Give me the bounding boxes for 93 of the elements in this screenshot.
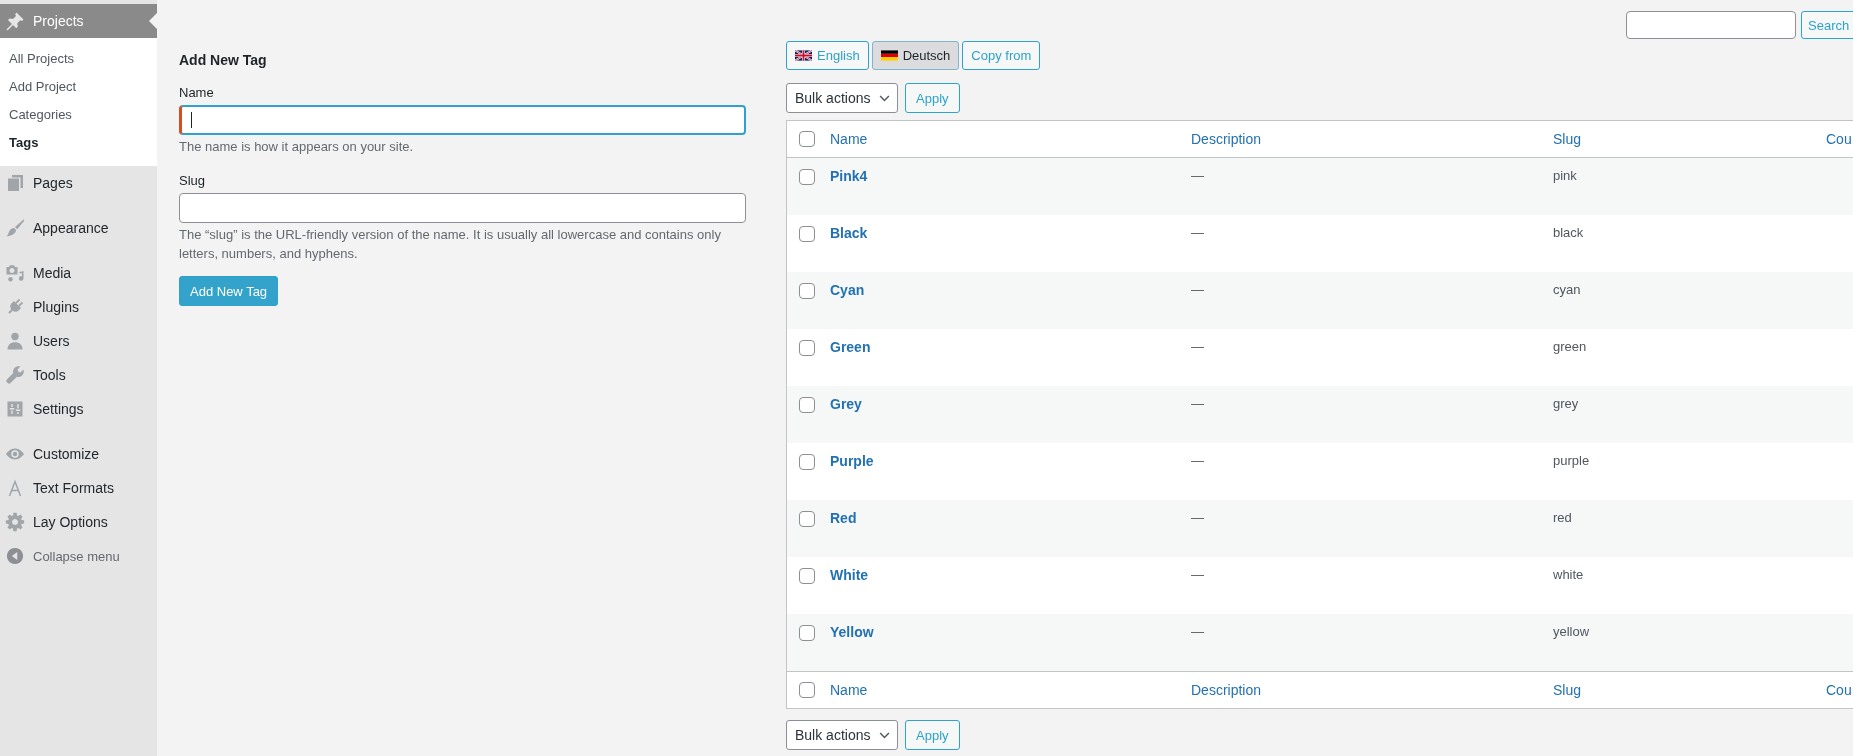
column-header-link[interactable]: Cou bbox=[1826, 131, 1852, 147]
description-text: — bbox=[1191, 339, 1204, 354]
slug-text: cyan bbox=[1553, 282, 1581, 297]
paintbrush-icon bbox=[5, 218, 25, 238]
sidebar-menu-item[interactable]: Appearance bbox=[0, 211, 157, 245]
field-label: Slug bbox=[179, 172, 207, 190]
text-input-field[interactable] bbox=[179, 193, 746, 223]
slug-text: red bbox=[1553, 510, 1572, 525]
field-label: Name bbox=[179, 84, 215, 102]
sidebar-menu-item[interactable]: Pages bbox=[0, 166, 157, 200]
submenu-item[interactable]: Categories bbox=[0, 101, 157, 129]
column-header-link[interactable]: Slug bbox=[1553, 131, 1582, 147]
column-header-link[interactable]: Description bbox=[1191, 131, 1262, 147]
sidebar-menu-item[interactable]: Projects bbox=[0, 4, 157, 38]
person-icon bbox=[5, 331, 25, 351]
description-text: — bbox=[1191, 624, 1204, 639]
german-flag-icon bbox=[880, 50, 898, 61]
field-hint: The name is how it appears on your site. bbox=[179, 138, 415, 156]
checkbox[interactable] bbox=[799, 454, 815, 470]
sidebar-menu-item[interactable]: Media bbox=[0, 256, 157, 290]
chevron-down-icon bbox=[879, 94, 890, 102]
camera-note-icon bbox=[5, 263, 25, 283]
tag-name-link[interactable]: Black bbox=[830, 225, 868, 241]
pages-icon bbox=[5, 173, 25, 193]
bulk-actions-dropdown[interactable]: Bulk actions bbox=[786, 83, 898, 113]
tag-name-link[interactable]: Cyan bbox=[830, 282, 865, 298]
language-tab[interactable]: English bbox=[786, 41, 869, 70]
submenu-item[interactable]: All Projects bbox=[0, 45, 157, 73]
checkbox[interactable] bbox=[799, 169, 815, 185]
checkbox[interactable] bbox=[799, 397, 815, 413]
collapse-menu-button[interactable]: Collapse menu bbox=[0, 539, 157, 573]
column-header-link[interactable]: Description bbox=[1191, 682, 1262, 698]
column-header-link[interactable]: Cou bbox=[1826, 682, 1852, 698]
submenu-item[interactable]: Add Project bbox=[0, 73, 157, 101]
apply-button[interactable]: Apply bbox=[905, 83, 960, 113]
field-hint: The “slug” is the URL-friendly version of the name. It is usually all lowercase and contains only letters, numbers, and hyphens. bbox=[179, 226, 722, 263]
tag-name-link[interactable]: Red bbox=[830, 510, 857, 526]
checkbox[interactable] bbox=[799, 283, 815, 299]
submenu-item[interactable]: Tags bbox=[0, 129, 157, 157]
description-text: — bbox=[1191, 225, 1204, 240]
slug-text: black bbox=[1553, 225, 1584, 240]
column-header-link[interactable]: Name bbox=[830, 131, 868, 147]
text-input-field[interactable] bbox=[179, 105, 746, 135]
language-tab[interactable]: Deutsch bbox=[871, 41, 960, 70]
slug-text: yellow bbox=[1553, 624, 1590, 639]
pin-icon bbox=[5, 11, 25, 31]
checkbox[interactable] bbox=[799, 568, 815, 584]
tag-name-link[interactable]: Yellow bbox=[830, 624, 874, 640]
copy-from-button[interactable]: Copy from bbox=[962, 41, 1041, 70]
description-text: — bbox=[1191, 453, 1204, 468]
tag-name-link[interactable]: Pink4 bbox=[830, 168, 868, 184]
add-new-tag-button[interactable]: Add New Tag bbox=[179, 276, 279, 306]
checkbox[interactable] bbox=[799, 625, 815, 641]
checkbox[interactable] bbox=[799, 340, 815, 356]
tag-name-link[interactable]: Grey bbox=[830, 396, 862, 412]
slug-text: green bbox=[1553, 339, 1587, 354]
slug-text: grey bbox=[1553, 396, 1579, 411]
gear-icon bbox=[5, 512, 25, 532]
tag-name-link[interactable]: Purple bbox=[830, 453, 874, 469]
checkbox[interactable] bbox=[799, 131, 815, 147]
sidebar-menu-item[interactable]: Text Formats bbox=[0, 471, 157, 505]
wrench-icon bbox=[5, 365, 25, 385]
plug-icon bbox=[5, 297, 25, 317]
description-text: — bbox=[1191, 396, 1204, 411]
tag-name-link[interactable]: Green bbox=[830, 339, 871, 355]
text-cursor-icon bbox=[191, 112, 192, 128]
tag-name-link[interactable]: White bbox=[830, 567, 869, 583]
column-header-link[interactable]: Name bbox=[830, 682, 868, 698]
bulk-actions-dropdown[interactable]: Bulk actions bbox=[786, 720, 898, 750]
chevron-down-icon bbox=[879, 731, 890, 739]
column-header-link[interactable]: Slug bbox=[1553, 682, 1582, 698]
description-text: — bbox=[1191, 282, 1204, 297]
sidebar-menu-item[interactable]: Plugins bbox=[0, 290, 157, 324]
description-text: — bbox=[1191, 510, 1204, 525]
sliders-icon bbox=[5, 399, 25, 419]
checkbox[interactable] bbox=[799, 511, 815, 527]
uk-flag-icon bbox=[795, 50, 812, 61]
search-button[interactable]: Search bbox=[1801, 11, 1853, 39]
sidebar-menu-item[interactable]: Users bbox=[0, 324, 157, 358]
slug-text: purple bbox=[1553, 453, 1590, 468]
sidebar-menu-item[interactable]: Tools bbox=[0, 358, 157, 392]
sidebar-menu-item[interactable]: Settings bbox=[0, 392, 157, 426]
slug-text: white bbox=[1553, 567, 1584, 582]
description-text: — bbox=[1191, 567, 1204, 582]
sidebar-menu-item[interactable]: Lay Options bbox=[0, 505, 157, 539]
form-heading: Add New Tag bbox=[179, 51, 268, 70]
description-text: — bbox=[1191, 168, 1204, 183]
slug-text: pink bbox=[1553, 168, 1577, 183]
checkbox[interactable] bbox=[799, 682, 815, 698]
search-field[interactable] bbox=[1626, 11, 1796, 39]
checkbox[interactable] bbox=[799, 226, 815, 242]
apply-button[interactable]: Apply bbox=[905, 720, 960, 750]
sidebar-menu-item[interactable]: Customize bbox=[0, 437, 157, 471]
